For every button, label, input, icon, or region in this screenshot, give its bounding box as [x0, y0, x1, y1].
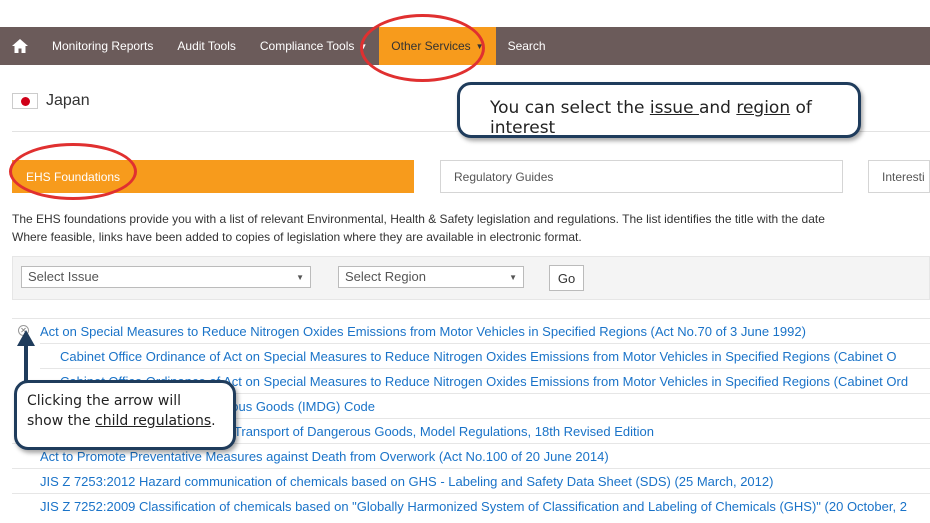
callout-text: . [211, 413, 216, 429]
country-name: Japan [46, 92, 90, 109]
regulation-link[interactable]: Cabinet Office Ordinance of Act on Speci… [60, 349, 897, 364]
callout-text: show the [27, 413, 96, 429]
callout-text: region [736, 98, 791, 118]
regulation-link[interactable]: JIS Z 7252:2009 Classification of chemic… [40, 499, 907, 514]
callout-text: child regulations [95, 413, 212, 429]
go-label: Go [557, 270, 576, 286]
go-button[interactable]: Go [549, 265, 584, 291]
filter-bar: Select Issue ▼ Select Region ▼ Go [12, 256, 930, 300]
select-issue-dropdown[interactable]: Select Issue ▼ [21, 266, 311, 288]
country-header: Japan [12, 92, 90, 110]
intro-line: Where feasible, links have been added to… [12, 230, 582, 244]
regulation-row[interactable]: JIS Z 7253:2012 Hazard communication of … [12, 468, 930, 493]
tab-regulatory-guides[interactable]: Regulatory Guides [440, 160, 843, 193]
nav-label: Monitoring Reports [52, 39, 154, 53]
nav-search[interactable]: Search [496, 27, 558, 65]
tab-label: Regulatory Guides [454, 169, 554, 184]
select-region-dropdown[interactable]: Select Region ▼ [338, 266, 524, 288]
regulation-link[interactable]: Act to Promote Preventative Measures aga… [40, 449, 609, 464]
child-regulation-row[interactable]: Cabinet Office Ordinance of Act on Speci… [40, 343, 930, 368]
callout-text: and [698, 98, 737, 118]
select-region-label: Select Region [345, 269, 426, 284]
regulation-link[interactable]: Act on Special Measures to Reduce Nitrog… [40, 324, 806, 339]
chevron-down-icon: ▼ [296, 273, 304, 282]
intro-line: The EHS foundations provide you with a l… [12, 212, 825, 226]
home-button[interactable] [0, 27, 40, 65]
callout-text: issue [649, 98, 699, 118]
callout-text: Clicking the arrow will [27, 393, 182, 409]
nav-label: Compliance Tools [259, 39, 355, 53]
callout-child-regulations: Clicking the arrow will show the child r… [14, 380, 236, 450]
highlight-ring [9, 143, 137, 200]
tab-label: Interesti [882, 169, 925, 184]
regulation-row[interactable]: JIS Z 7252:2009 Classification of chemic… [12, 493, 930, 518]
nav-label: Audit Tools [177, 39, 236, 53]
tab-interesting[interactable]: Interesti [868, 160, 930, 193]
callout-issue-region: You can select the issue and region of i… [457, 82, 861, 138]
select-issue-label: Select Issue [28, 269, 99, 284]
nav-monitoring-reports[interactable]: Monitoring Reports [40, 27, 165, 65]
callout-text: You can select the [490, 98, 650, 118]
regulation-link[interactable]: JIS Z 7253:2012 Hazard communication of … [40, 474, 773, 489]
highlight-ring [360, 14, 485, 82]
japan-flag-icon [12, 93, 38, 109]
home-icon [12, 39, 28, 53]
nav-audit-tools[interactable]: Audit Tools [165, 27, 247, 65]
nav-label: Search [507, 39, 546, 53]
intro-text: The EHS foundations provide you with a l… [12, 210, 930, 246]
regulation-row[interactable]: ✕ Act on Special Measures to Reduce Nitr… [12, 318, 930, 343]
chevron-down-icon: ▼ [509, 273, 517, 282]
